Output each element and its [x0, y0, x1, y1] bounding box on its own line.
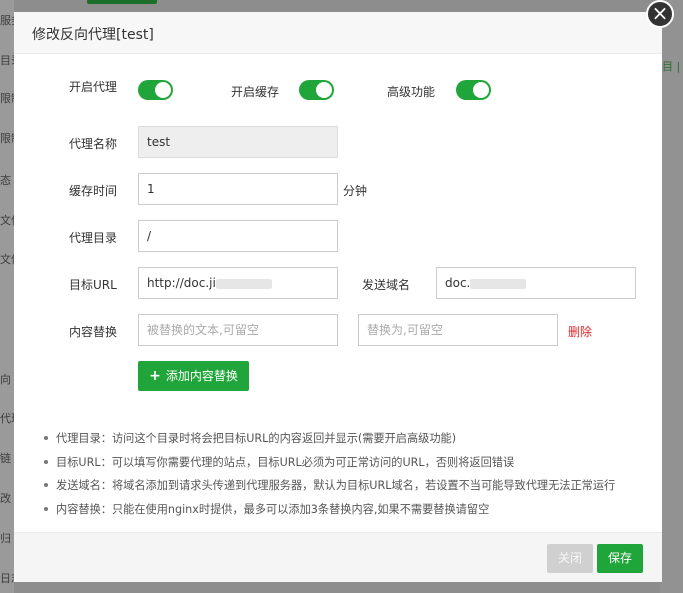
bg-side-item: 代理 — [0, 412, 14, 425]
content-replace-label: 内容替换 — [69, 325, 118, 339]
toggle-knob — [316, 82, 332, 98]
bg-side-item: 归 — [0, 532, 11, 545]
cache-time-label: 缓存时间 — [69, 184, 118, 198]
target-url-value: http://doc.ji — [147, 276, 216, 290]
help-notes: 代理目录：访问这个目录时将会把目标URL的内容返回并显示(需要开启高级功能) 目… — [44, 430, 654, 524]
bg-side-item: 改 — [0, 492, 11, 505]
save-button[interactable]: 保存 — [597, 544, 643, 573]
proxy-name-input: test — [138, 126, 338, 158]
help-note-text: 内容替换：只能在使用nginx时提供，最多可以添加3条替换内容,如果不需要替换请… — [56, 502, 490, 516]
replace-from-input[interactable]: 被替换的文本,可留空 — [138, 314, 338, 346]
bg-side-item: 文件 — [0, 214, 14, 227]
help-note-text: 代理目录：访问这个目录时将会把目标URL的内容返回并显示(需要开启高级功能) — [56, 432, 457, 445]
help-note-text: 目标URL：可以填写你需要代理的站点，目标URL必须为可正常访问的URL，否则将… — [56, 455, 515, 469]
add-content-replace-button[interactable]: + 添加内容替换 — [138, 361, 249, 391]
enable-proxy-toggle[interactable] — [138, 80, 173, 100]
bullet-icon — [44, 459, 48, 464]
bg-side-item: 服务 — [0, 14, 14, 27]
help-note: 发送域名：将域名添加到请求头传递到代理服务器，默认为目标URL域名，若设置不当可… — [44, 477, 654, 501]
bg-side-item: 链 — [0, 452, 11, 465]
bg-side-item: 向 — [0, 373, 11, 386]
proxy-dir-label: 代理目录 — [69, 231, 118, 245]
dialog-header: 修改反向代理[test] — [14, 12, 662, 54]
bullet-icon — [44, 436, 48, 440]
bg-side-item: 文件 — [0, 253, 14, 266]
toggle-knob — [473, 82, 489, 98]
enable-cache-toggle[interactable] — [299, 80, 334, 100]
close-icon[interactable]: × — [646, 0, 674, 28]
bullet-icon — [44, 483, 48, 487]
help-note: 目标URL：可以填写你需要代理的站点，目标URL必须为可正常访问的URL，否则将… — [44, 454, 654, 478]
redacted-mask — [215, 278, 272, 289]
bg-right-item: 目 | — [662, 60, 681, 73]
bullet-icon — [44, 506, 48, 511]
proxy-name-label: 代理名称 — [69, 137, 118, 151]
dialog-title: 修改反向代理[test] — [32, 27, 154, 43]
toggle-knob — [155, 82, 171, 98]
redacted-mask — [470, 278, 527, 289]
cache-time-unit: 分钟 — [343, 184, 368, 198]
proxy-dir-input[interactable]: / — [138, 220, 338, 252]
add-content-replace-label: 添加内容替换 — [165, 369, 238, 383]
dialog-footer: 关闭 保存 — [14, 532, 662, 582]
delete-replace-link[interactable]: 删除 — [568, 323, 592, 340]
bg-side-item: 态 — [0, 174, 11, 187]
background-right-panel — [660, 0, 683, 593]
help-note-text: 发送域名：将域名添加到请求头传递到代理服务器，默认为目标URL域名，若设置不当可… — [56, 479, 616, 492]
bg-side-item: 目录 — [0, 54, 14, 67]
close-button[interactable]: 关闭 — [547, 544, 593, 573]
target-url-label: 目标URL — [69, 278, 117, 292]
enable-proxy-label: 开启代理 — [69, 80, 118, 94]
cache-time-input[interactable]: 1 — [138, 173, 338, 205]
help-note: 代理目录：访问这个目录时将会把目标URL的内容返回并显示(需要开启高级功能) — [44, 430, 654, 454]
help-note: 内容替换：只能在使用nginx时提供，最多可以添加3条替换内容,如果不需要替换请… — [44, 501, 654, 525]
target-url-input[interactable]: http://doc.ji — [138, 267, 338, 299]
bg-side-item: 限制 — [0, 92, 14, 105]
send-domain-label: 发送域名 — [362, 278, 411, 292]
replace-to-input[interactable]: 替换为,可留空 — [358, 314, 558, 346]
advanced-label: 高级功能 — [387, 85, 436, 99]
background-sidebar: 服务 目录 限制 限制 态 文件 文件 向 代理 链 改 归 日志 — [0, 0, 14, 593]
send-domain-input[interactable]: doc. — [436, 267, 636, 299]
background-top-button — [87, 0, 157, 4]
bg-side-item: 日志 — [0, 572, 14, 585]
bg-side-item: 限制 — [0, 132, 14, 145]
plus-icon: + — [149, 368, 161, 384]
send-domain-value: doc. — [445, 276, 471, 290]
enable-cache-label: 开启缓存 — [231, 85, 280, 99]
advanced-toggle[interactable] — [456, 80, 491, 100]
reverse-proxy-dialog: 修改反向代理[test] 开启代理 开启缓存 高级功能 代理名称 test 缓存… — [14, 0, 674, 582]
